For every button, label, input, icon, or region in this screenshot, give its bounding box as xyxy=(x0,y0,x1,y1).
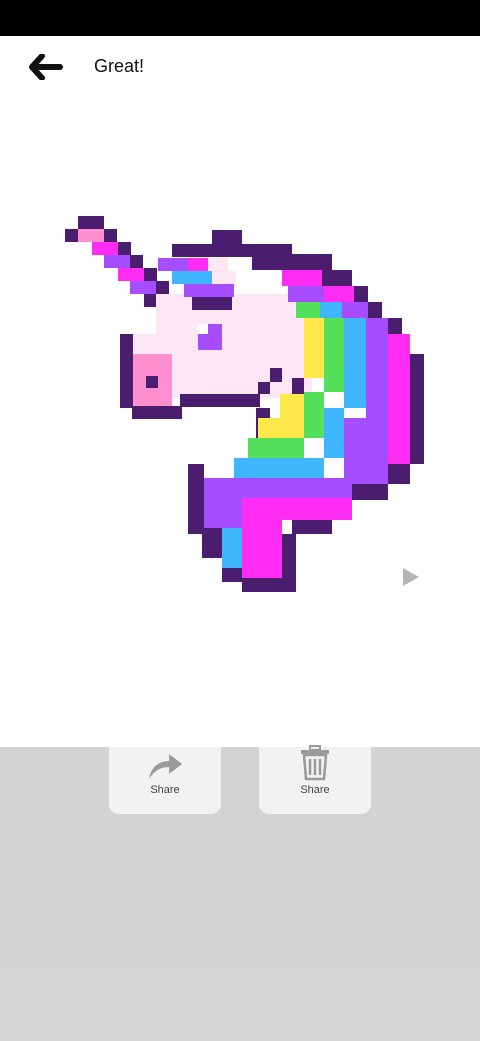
status-bar xyxy=(0,0,480,36)
trash-icon-wrap xyxy=(259,745,371,781)
play-icon xyxy=(403,568,419,586)
share-label: Share xyxy=(150,784,180,796)
back-button[interactable] xyxy=(26,52,66,82)
header: Great! xyxy=(0,36,480,98)
unicorn-artwork xyxy=(65,216,424,592)
share-button[interactable]: Share xyxy=(109,747,221,814)
share-icon-wrap xyxy=(109,747,221,781)
trash-icon xyxy=(301,745,329,781)
share-arrow-icon xyxy=(149,754,182,779)
play-button[interactable] xyxy=(396,564,424,590)
delete-button[interactable]: Share xyxy=(259,745,371,814)
delete-label: Share xyxy=(300,784,330,796)
bottom-panel xyxy=(0,968,480,1041)
page-title: Great! xyxy=(94,56,145,76)
arrow-left-icon xyxy=(29,54,63,80)
horn xyxy=(65,216,170,307)
